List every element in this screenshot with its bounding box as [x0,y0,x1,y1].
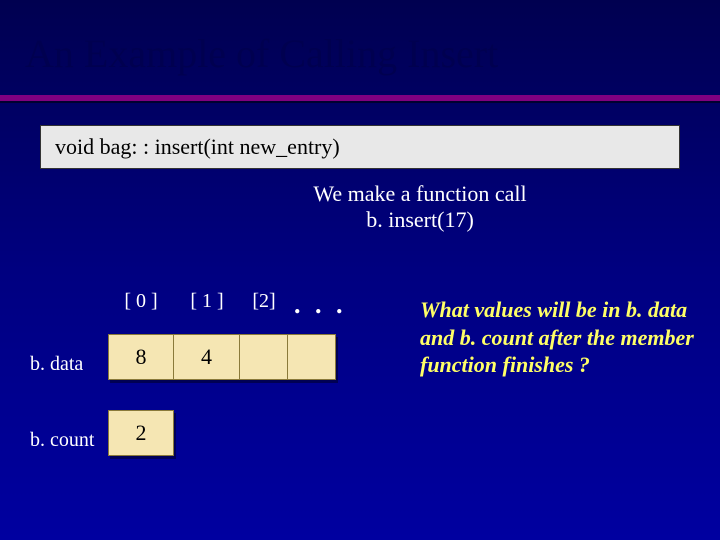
count-row: b. count 2 [30,410,347,456]
index-2: [2] [240,290,288,320]
caption-line-2: b. insert(17) [366,207,474,232]
slide-title: An Example of Calling Insert [0,0,720,77]
count-cells: 2 [108,410,174,456]
call-caption: We make a function call b. insert(17) [120,181,720,234]
index-0: [ 0 ] [108,290,174,320]
data-cells: 8 4 [108,334,336,380]
index-1: [ 1 ] [174,290,240,320]
caption-line-1: We make a function call [313,181,526,206]
index-ellipsis: . . . [288,290,347,320]
index-row: [ 0 ] [ 1 ] [2] . . . [108,290,347,320]
data-cell-3 [288,334,336,380]
data-cell-1: 4 [174,334,240,380]
data-label: b. data [30,353,108,380]
code-signature-box: void bag: : insert(int new_entry) [40,125,680,169]
data-row: b. data 8 4 [30,334,347,380]
count-cell: 2 [108,410,174,456]
count-label: b. count [30,429,108,456]
array-diagram: [ 0 ] [ 1 ] [2] . . . b. data 8 4 b. cou… [30,290,347,456]
data-cell-0: 8 [108,334,174,380]
divider-shadow [0,101,720,103]
question-text: What values will be in b. data and b. co… [420,296,700,379]
data-cell-2 [240,334,288,380]
